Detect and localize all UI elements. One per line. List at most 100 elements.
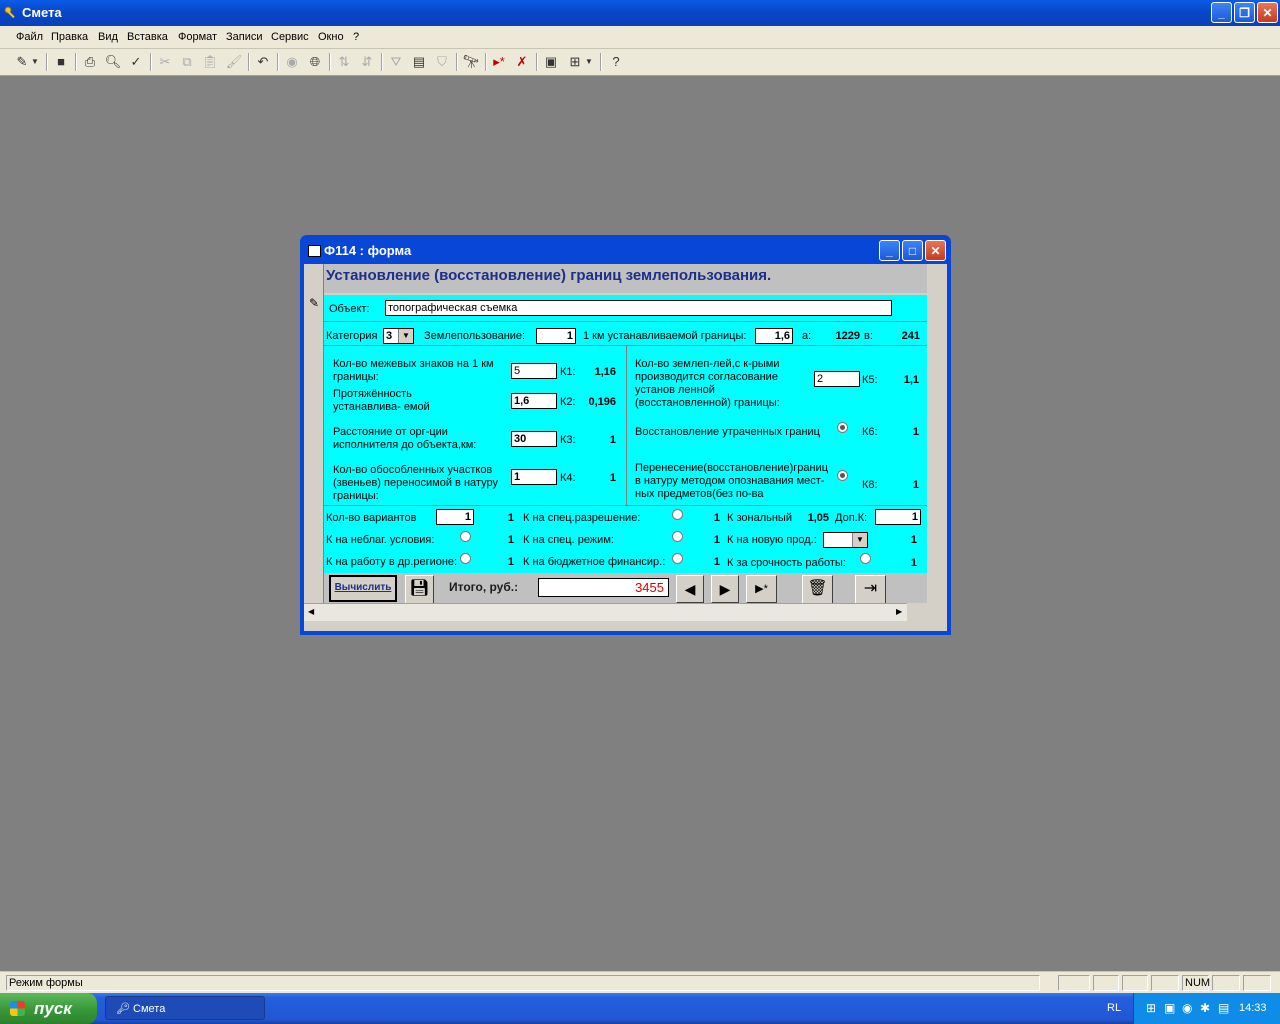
- new-prod-chevron-down-icon[interactable]: ▼: [852, 533, 867, 547]
- form-minimize-button[interactable]: _: [879, 240, 900, 261]
- k3-input[interactable]: 30: [511, 431, 557, 447]
- unfav-radio[interactable]: [460, 531, 471, 542]
- find-icon[interactable]: 🔭︎: [461, 52, 481, 72]
- web-toolbar-icon[interactable]: 🌐︎: [305, 52, 325, 72]
- save-icon[interactable]: ■: [51, 52, 71, 72]
- delete-record-icon[interactable]: ✗: [512, 52, 532, 72]
- form-close-button[interactable]: ✕: [925, 240, 946, 261]
- k4-input[interactable]: 1: [511, 469, 557, 485]
- delete-button[interactable]: 🗑︎: [802, 575, 833, 604]
- tray-antivirus-icon[interactable]: ◉: [1182, 1001, 1192, 1015]
- menu-window[interactable]: Окно: [318, 31, 344, 43]
- triangle-left-icon: ◀: [684, 581, 696, 597]
- view-dropdown-icon[interactable]: ▼: [30, 52, 40, 72]
- object-field[interactable]: топографическая съемка: [385, 300, 892, 316]
- k5-input[interactable]: 2: [814, 371, 860, 387]
- urgent-radio[interactable]: [860, 553, 871, 564]
- filter-by-form-icon[interactable]: ▤: [409, 52, 429, 72]
- calculate-button[interactable]: Вычислить: [329, 575, 397, 602]
- budget-k: 1: [713, 556, 720, 568]
- language-indicator[interactable]: RL: [1107, 1002, 1121, 1014]
- tray-display-icon[interactable]: ▣: [1164, 1001, 1175, 1015]
- format-painter-icon[interactable]: 🖌︎: [224, 52, 244, 72]
- copy-icon[interactable]: ⧉: [177, 52, 197, 72]
- record-selector[interactable]: ✎: [304, 264, 324, 603]
- help-icon[interactable]: ?: [606, 52, 626, 72]
- km-field[interactable]: 1,6: [755, 328, 793, 344]
- tray-bug-icon[interactable]: ✱: [1200, 1001, 1210, 1015]
- cut-icon[interactable]: ✂: [155, 52, 175, 72]
- k8-key: К8:: [862, 479, 878, 491]
- region-radio[interactable]: [460, 553, 471, 564]
- menu-service[interactable]: Сервис: [271, 31, 309, 43]
- exit-button[interactable]: ⇥: [855, 575, 886, 604]
- taskbar-item-smeta[interactable]: 🔑︎ Смета: [105, 996, 265, 1020]
- total-field[interactable]: 3455: [538, 578, 669, 597]
- menu-view[interactable]: Вид: [98, 31, 118, 43]
- status-num: NUM: [1182, 975, 1210, 991]
- scroll-left-icon[interactable]: ◀: [308, 607, 314, 616]
- k1-label: Кол-во межевых знаков на 1 км границы:: [333, 358, 494, 383]
- variants-field[interactable]: 1: [436, 509, 474, 525]
- undo-icon[interactable]: ↶: [253, 52, 273, 72]
- minimize-button[interactable]: _: [1211, 2, 1232, 23]
- new-object-dropdown-icon[interactable]: ▼: [584, 52, 594, 72]
- scroll-right-icon[interactable]: ▶: [896, 607, 902, 616]
- menu-help[interactable]: ?: [353, 31, 359, 43]
- budget-radio[interactable]: [672, 553, 683, 564]
- new-record-button[interactable]: ▶*: [746, 575, 777, 603]
- chevron-down-icon[interactable]: ▼: [398, 329, 413, 343]
- menu-insert[interactable]: Вставка: [127, 31, 168, 43]
- menu-format[interactable]: Формат: [178, 31, 217, 43]
- k5-key: К5:: [862, 374, 878, 386]
- print-icon[interactable]: ⎙: [80, 52, 100, 72]
- a-value: 1229: [835, 330, 860, 342]
- restore-button[interactable]: ❐: [1234, 2, 1255, 23]
- dopk-field[interactable]: 1: [875, 509, 921, 525]
- print-preview-icon[interactable]: 🔍︎: [103, 52, 123, 72]
- dopk-label: Доп.К:: [835, 512, 868, 524]
- k6-radio[interactable]: [837, 422, 848, 433]
- hyperlink-icon[interactable]: ◉: [282, 52, 302, 72]
- next-record-button[interactable]: ▶: [711, 575, 739, 603]
- menu-edit[interactable]: Правка: [51, 31, 88, 43]
- calculate-button-label: Вычислить: [334, 582, 392, 593]
- category-select[interactable]: 3 ▼: [383, 328, 414, 344]
- k2-input[interactable]: 1,6: [511, 393, 557, 409]
- paste-icon[interactable]: 📋︎: [200, 52, 220, 72]
- database-window-icon[interactable]: ▣: [541, 52, 561, 72]
- spelling-icon[interactable]: ✓: [126, 52, 146, 72]
- filter-by-selection-icon[interactable]: ⛛: [386, 52, 406, 72]
- k3-value: 1: [609, 434, 616, 446]
- menu-records[interactable]: Записи: [226, 31, 263, 43]
- apply-filter-icon[interactable]: ⛉: [432, 52, 452, 72]
- spec-mode-radio[interactable]: [672, 531, 683, 542]
- new-prod-select[interactable]: ▼: [823, 532, 868, 548]
- tray-network-icon[interactable]: ⊞: [1146, 1001, 1156, 1015]
- design-view-icon[interactable]: ✎: [12, 52, 32, 72]
- k2-label: Протяжённость устанавлива- емой границы:: [333, 388, 430, 413]
- landuse-field[interactable]: 1: [536, 328, 576, 344]
- new-object-icon[interactable]: ⊞: [565, 52, 585, 72]
- app-title-bar[interactable]: Смета _ ❐ ✕: [0, 0, 1280, 26]
- menu-file[interactable]: Файл: [16, 31, 43, 43]
- sort-descending-icon[interactable]: ⇵: [357, 52, 377, 72]
- spec-perm-radio[interactable]: [672, 509, 683, 520]
- taskbar-key-icon: 🔑︎: [116, 1003, 130, 1015]
- new-record-nav-icon: ▶*: [755, 583, 768, 595]
- zonal-value: 1,05: [807, 512, 829, 524]
- k1-input[interactable]: 5: [511, 363, 557, 379]
- sort-ascending-icon[interactable]: ⇅: [334, 52, 354, 72]
- new-record-icon[interactable]: ▸*: [489, 52, 509, 72]
- vertical-scroll-area[interactable]: [927, 264, 947, 603]
- tray-monitor-icon[interactable]: ▤: [1218, 1001, 1229, 1015]
- k8-radio[interactable]: [837, 470, 848, 481]
- horizontal-scrollbar[interactable]: ◀ ▶: [304, 603, 907, 621]
- save-record-button[interactable]: 💾︎: [405, 575, 434, 604]
- prev-record-button[interactable]: ◀: [676, 575, 704, 603]
- floppy-pencil-icon: 💾︎: [409, 580, 430, 597]
- total-label: Итого, руб.:: [449, 580, 519, 594]
- start-button[interactable]: пуск: [0, 993, 97, 1024]
- close-button[interactable]: ✕: [1257, 2, 1278, 23]
- form-maximize-button[interactable]: □: [902, 240, 923, 261]
